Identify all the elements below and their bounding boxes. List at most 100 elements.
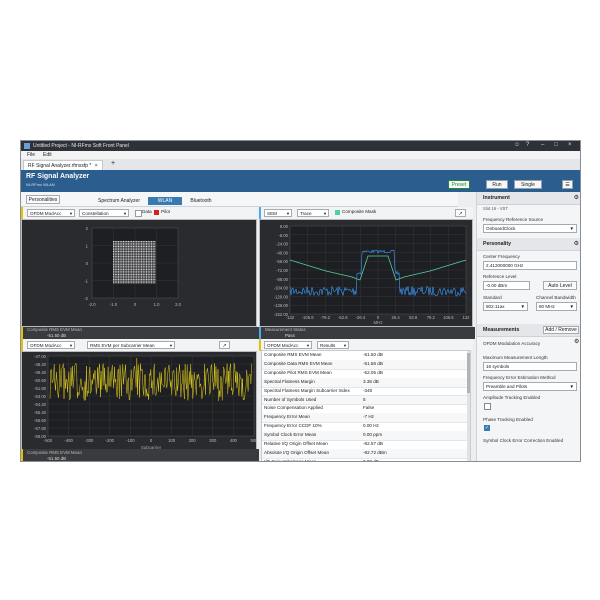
constellation-point — [121, 278, 123, 281]
measurement-gear-icon[interactable]: ⚙ — [574, 338, 579, 345]
constellation-point — [137, 262, 139, 264]
run-button[interactable]: Run — [486, 180, 508, 189]
constellation-point — [122, 274, 124, 276]
phase-tracking-checkbox[interactable]: ✓ — [484, 425, 490, 431]
constellation-point — [126, 260, 128, 262]
sem-chart: 8.00 -8.00 -24.00 -40.00 -56.00 -72.00 -88.00 -… — [274, 224, 470, 325]
results-scrollbar[interactable] — [467, 351, 470, 461]
constellation-point — [113, 252, 115, 254]
constellation-point — [114, 269, 116, 271]
evm-view-select[interactable]: RMS EVM per Subcarrier Mean ▼ — [87, 341, 175, 349]
tab-bluetooth[interactable]: Bluetooth — [184, 197, 218, 205]
constellation-point — [114, 249, 116, 251]
add-tab-icon[interactable]: + — [111, 160, 115, 167]
result-value: -51.50 dB — [363, 352, 383, 357]
constellation-point — [144, 272, 146, 274]
instrument-section-header[interactable]: Instrument ⚙ — [477, 192, 580, 205]
constellation-point — [146, 257, 148, 259]
constellation-point — [114, 267, 116, 269]
results-scrollbar-thumb[interactable] — [467, 353, 470, 393]
personality-gear-icon[interactable]: ⚙ — [574, 240, 579, 247]
constellation-measurement-select[interactable]: OFDM ModAcc ▼ — [27, 209, 75, 217]
maximize-button[interactable]: □ — [554, 142, 558, 148]
settings-scrollbar[interactable] — [580, 192, 581, 462]
constellation-point — [124, 262, 126, 264]
evm-x-tick: 400 — [230, 438, 238, 443]
instrument-gear-icon[interactable]: ⚙ — [574, 194, 579, 201]
constellation-point — [137, 277, 139, 279]
single-button[interactable]: Single — [514, 180, 542, 189]
constellation-point — [144, 274, 146, 276]
constellation-point — [116, 264, 118, 266]
sem-measurement-select[interactable]: SEM ▼ — [264, 209, 292, 217]
constellation-point — [119, 260, 121, 262]
max-length-input[interactable]: 16 symbols — [483, 362, 577, 371]
constellation-point — [122, 269, 124, 271]
constellation-point — [139, 282, 141, 284]
minimize-button[interactable]: – — [541, 142, 544, 148]
amp-tracking-checkbox[interactable] — [484, 403, 491, 410]
constellation-point — [154, 272, 156, 274]
constellation-y-tick: 2 — [86, 226, 89, 231]
center-freq-input[interactable]: 2.412000000 GHz — [483, 261, 577, 270]
personality-section-header[interactable]: Personality ⚙ — [477, 238, 580, 251]
constellation-point — [144, 280, 146, 282]
amp-tracking-label: Amplitude Tracking Enabled — [483, 395, 541, 400]
constellation-point — [122, 254, 124, 256]
constellation-point — [131, 250, 133, 252]
constellation-point — [134, 241, 136, 243]
constellation-point — [131, 242, 133, 244]
constellation-point — [132, 282, 134, 284]
auto-level-button[interactable]: Auto Level — [543, 281, 577, 290]
constellation-point — [114, 277, 116, 279]
constellation-point — [121, 244, 123, 246]
sem-plot-settings-icon[interactable]: ↗ — [455, 209, 466, 217]
help-icon[interactable]: ? — [526, 142, 529, 148]
constellation-point — [116, 282, 118, 284]
constellation-point — [129, 249, 131, 251]
add-remove-button[interactable]: Add / Remove — [543, 326, 579, 334]
results-measurement-select[interactable]: OFDM ModAcc ▼ — [264, 341, 312, 349]
feedback-icon[interactable]: ☺ — [514, 142, 520, 148]
constellation-point — [124, 257, 126, 259]
constellation-point — [154, 247, 156, 249]
constellation-point — [150, 262, 153, 264]
menu-icon[interactable]: ☰ — [562, 180, 573, 189]
constellation-point — [127, 252, 129, 254]
menu-edit[interactable]: Edit — [43, 152, 52, 158]
result-name: Frequency Error CCDF 10% — [264, 423, 322, 429]
menu-file[interactable]: File — [27, 152, 35, 158]
tab-wlan[interactable]: WLAN — [148, 197, 182, 205]
constellation-point — [134, 278, 136, 281]
constellation-point — [121, 255, 123, 257]
constellation-point — [134, 269, 136, 271]
personalities-button[interactable]: Personalities — [26, 195, 60, 204]
constellation-view-select[interactable]: Constellation ▼ — [79, 209, 129, 217]
tab-spectrum-analyzer[interactable]: Spectrum Analyzer — [92, 197, 146, 205]
constellation-point — [149, 250, 151, 252]
constellation-point — [137, 270, 139, 272]
constellation-point — [129, 252, 131, 254]
standard-select[interactable]: 802.11ax ▼ — [483, 302, 528, 311]
channel-bandwidth-select[interactable]: 80 MHz ▼ — [536, 302, 577, 311]
freq-ref-select[interactable]: OnboardClock ▼ — [483, 224, 577, 233]
close-window-button[interactable]: × — [568, 142, 572, 148]
constellation-point — [152, 280, 154, 282]
constellation-point — [137, 267, 139, 269]
results-row[interactable]: I/Q Gain Imbalance Mean 0.00 dB — [262, 458, 469, 461]
constellation-point — [131, 267, 133, 269]
close-tab-icon[interactable]: × — [95, 163, 98, 169]
constellation-point — [146, 254, 148, 256]
sem-y-tick: -40.00 — [276, 250, 289, 255]
constellation-point — [141, 241, 143, 243]
evm-plot-settings-icon[interactable]: ↗ — [219, 341, 230, 349]
sem-view-select[interactable]: Trace ▼ — [297, 209, 329, 217]
constellation-point — [126, 252, 128, 254]
settings-scrollbar-thumb[interactable] — [580, 192, 581, 312]
fe-method-select[interactable]: Preamble and Pilots ▼ — [483, 382, 577, 391]
results-view-select[interactable]: Results ▼ — [317, 341, 349, 349]
evm-measurement-select[interactable]: OFDM ModAcc ▼ — [27, 341, 75, 349]
ref-level-input[interactable]: -0.00 dBm — [483, 281, 530, 290]
constellation-point — [129, 254, 131, 256]
preset-button[interactable]: Preset — [448, 180, 470, 189]
